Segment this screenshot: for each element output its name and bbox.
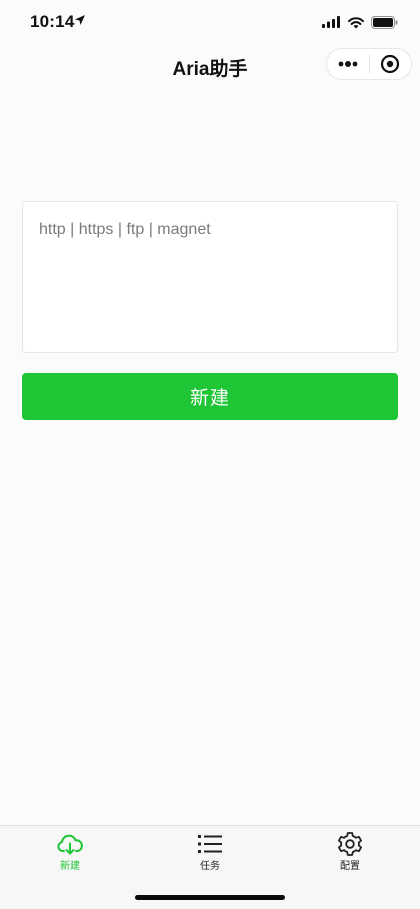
status-bar: 10:14 [0, 0, 420, 44]
url-input-box [22, 201, 398, 353]
status-time: 10:14 [30, 12, 75, 31]
location-arrow-icon [75, 15, 85, 25]
create-button[interactable]: 新建 [22, 373, 398, 420]
close-miniprogram-button[interactable] [370, 49, 412, 79]
tab-new[interactable]: 新建 [0, 826, 140, 876]
tab-settings-label: 配置 [340, 861, 360, 872]
wifi-icon [348, 16, 364, 28]
gear-icon [338, 832, 362, 856]
target-circle-icon [381, 54, 400, 74]
more-dots-icon [338, 61, 358, 67]
more-button[interactable] [327, 49, 369, 79]
cellular-signal-icon [322, 16, 340, 28]
cloud-download-icon [57, 834, 83, 855]
tab-tasks[interactable]: 任务 [140, 826, 280, 876]
tab-tasks-label: 任务 [200, 861, 220, 872]
battery-icon [371, 15, 398, 29]
tab-settings[interactable]: 配置 [280, 826, 420, 876]
navigation-bar: Aria助手 [0, 44, 420, 88]
status-icons [322, 13, 398, 31]
tab-new-label: 新建 [60, 861, 80, 872]
url-input[interactable] [23, 202, 397, 352]
home-indicator [135, 895, 285, 900]
miniprogram-capsule [326, 48, 412, 80]
list-icon [198, 835, 222, 853]
